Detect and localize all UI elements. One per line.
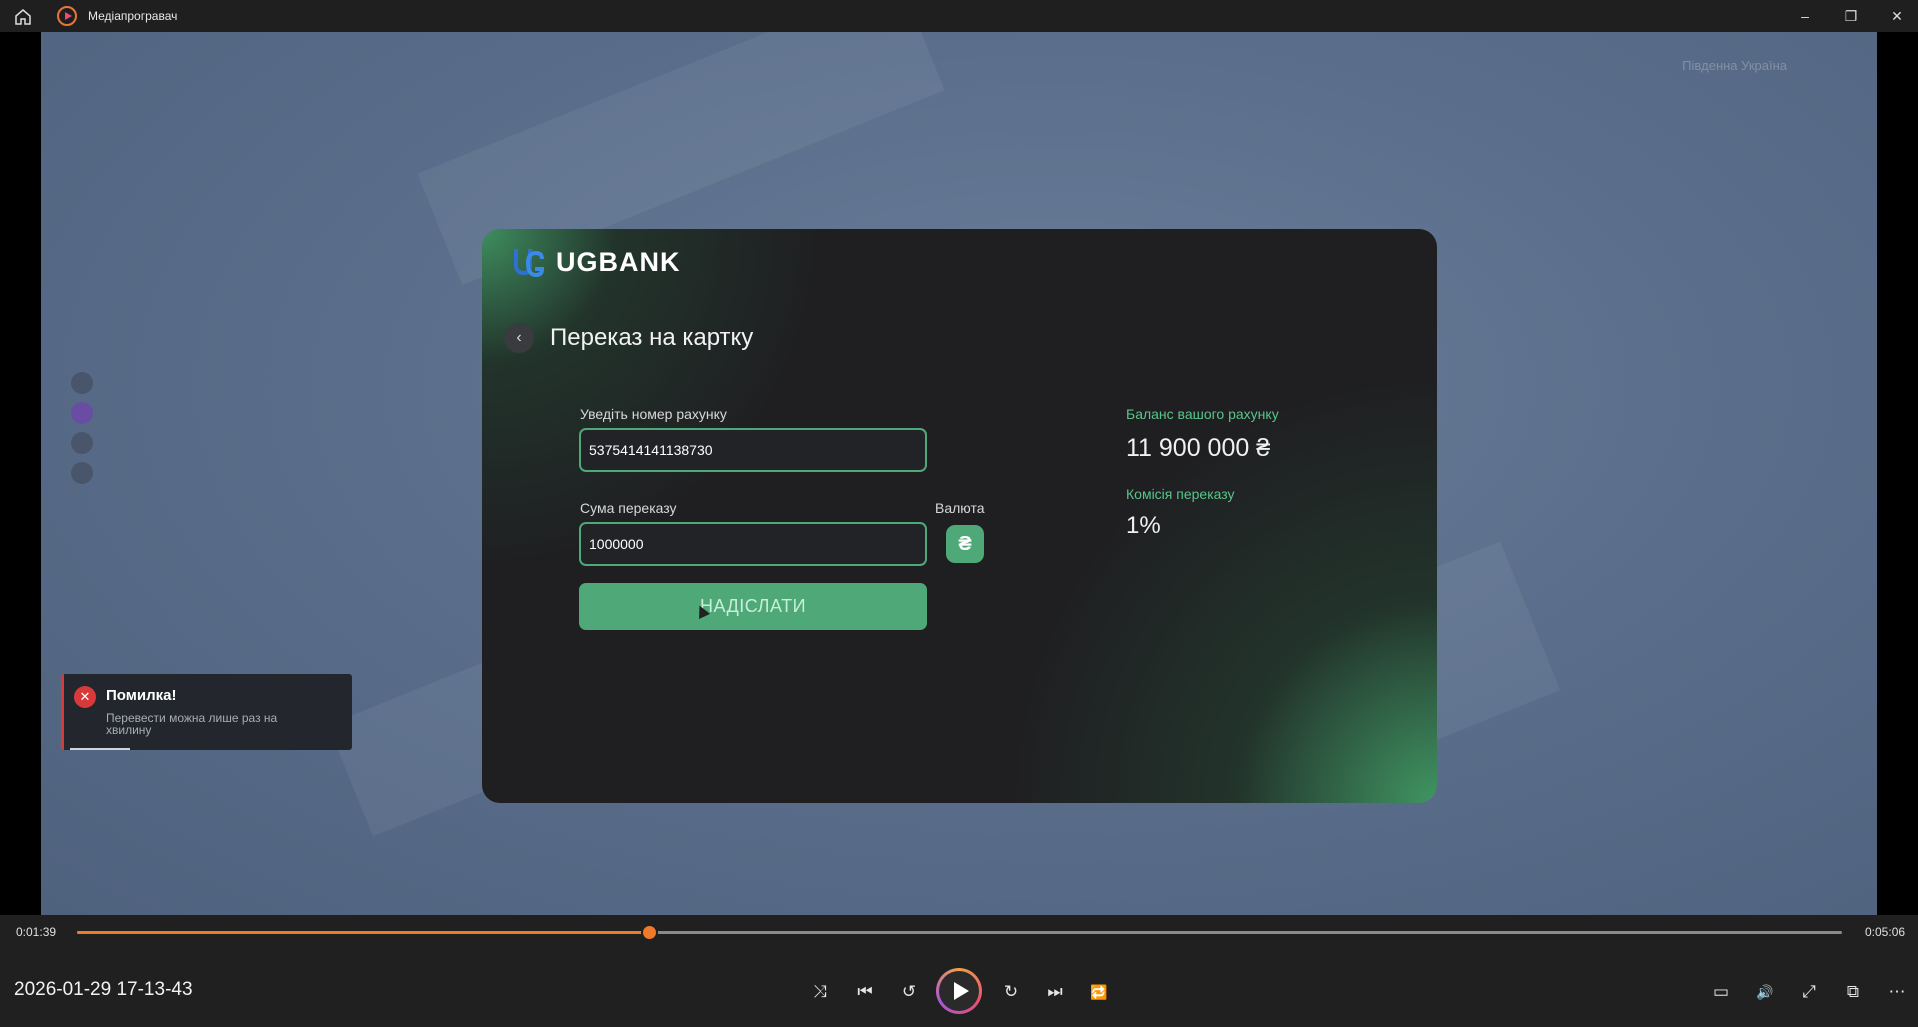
shuffle-icon[interactable]: ⤨ bbox=[807, 979, 833, 1005]
chevron-left-icon: ‹ bbox=[516, 329, 522, 346]
balance-value: 11 900 000 ₴ bbox=[1126, 434, 1271, 462]
close-button[interactable]: ✕ bbox=[1882, 6, 1912, 26]
bank-name: UGBANK bbox=[556, 247, 681, 277]
hud-icon bbox=[71, 432, 93, 454]
letterbox-left bbox=[0, 32, 41, 915]
volume-icon[interactable]: 🔊 bbox=[1752, 979, 1778, 1005]
more-options-icon[interactable]: ⋯ bbox=[1884, 979, 1910, 1005]
hud-region-label: Південна Україна bbox=[1682, 58, 1787, 73]
account-number-input[interactable]: 5375414141138730 bbox=[579, 428, 927, 472]
seek-bar-progress bbox=[77, 931, 649, 934]
fee-label: Комісія переказу bbox=[1126, 486, 1235, 502]
seek-thumb[interactable] bbox=[642, 926, 656, 939]
send-button[interactable]: НАДІСЛАТИ bbox=[579, 583, 927, 630]
hud-icon bbox=[71, 372, 93, 394]
letterbox-right bbox=[1877, 32, 1918, 915]
previous-icon[interactable]: ⏮ bbox=[852, 979, 878, 1005]
subtitles-icon[interactable]: ▭ bbox=[1708, 979, 1734, 1005]
play-button[interactable] bbox=[936, 968, 982, 1014]
page-title: Переказ на картку bbox=[550, 324, 754, 351]
title-bar: Медіапрогравач – ❐ ✕ bbox=[0, 0, 1918, 32]
elapsed-time: 0:01:39 bbox=[16, 925, 57, 939]
miniplayer-icon[interactable]: ⧉ bbox=[1840, 979, 1866, 1005]
repeat-icon[interactable]: 🔁 bbox=[1086, 979, 1112, 1005]
home-icon[interactable] bbox=[12, 6, 34, 28]
play-icon bbox=[939, 971, 979, 1011]
media-player-icon bbox=[57, 6, 77, 26]
rewind-10-icon[interactable]: ↺ bbox=[896, 979, 922, 1005]
hud-icon bbox=[71, 462, 93, 484]
fee-value: 1% bbox=[1126, 512, 1161, 539]
bank-logo-icon bbox=[514, 249, 545, 278]
minimize-button[interactable]: – bbox=[1790, 6, 1820, 26]
currency-button[interactable]: ₴ bbox=[946, 525, 984, 563]
fullscreen-icon[interactable]: ⤢ bbox=[1796, 979, 1822, 1005]
error-toast: ✕ Помилка! Перевести можна лише раз на х… bbox=[61, 674, 352, 750]
bank-transfer-modal: UGBANK ‹ Переказ на картку Уведіть номер… bbox=[482, 229, 1437, 803]
window-title: Медіапрогравач bbox=[88, 9, 178, 23]
toast-message: Перевести можна лише раз на хвилину bbox=[106, 711, 278, 737]
balance-label: Баланс вашого рахунку bbox=[1126, 406, 1279, 422]
next-icon[interactable]: ⏭ bbox=[1042, 979, 1068, 1005]
media-title: 2026-01-29 17-13-43 bbox=[14, 979, 193, 1000]
back-button[interactable]: ‹ bbox=[504, 323, 534, 353]
error-icon: ✕ bbox=[74, 686, 96, 708]
seek-bar[interactable] bbox=[77, 926, 1842, 939]
hryvnia-icon: ₴ bbox=[958, 533, 972, 555]
account-label: Уведіть номер рахунку bbox=[580, 406, 727, 422]
amount-input[interactable]: 1000000 bbox=[579, 522, 927, 566]
toast-timer-bar bbox=[70, 748, 130, 750]
total-time: 0:05:06 bbox=[1865, 925, 1906, 939]
player-controls: 0:01:39 0:05:06 2026-01-29 17-13-43 ⤨ ⏮ … bbox=[0, 915, 1918, 1027]
toast-title: Помилка! bbox=[106, 687, 177, 704]
currency-label: Валюта bbox=[935, 500, 985, 516]
amount-label: Сума переказу bbox=[580, 500, 677, 516]
forward-30-icon[interactable]: ↻ bbox=[998, 979, 1024, 1005]
restore-button[interactable]: ❐ bbox=[1836, 6, 1866, 26]
hud-icon bbox=[71, 402, 93, 424]
